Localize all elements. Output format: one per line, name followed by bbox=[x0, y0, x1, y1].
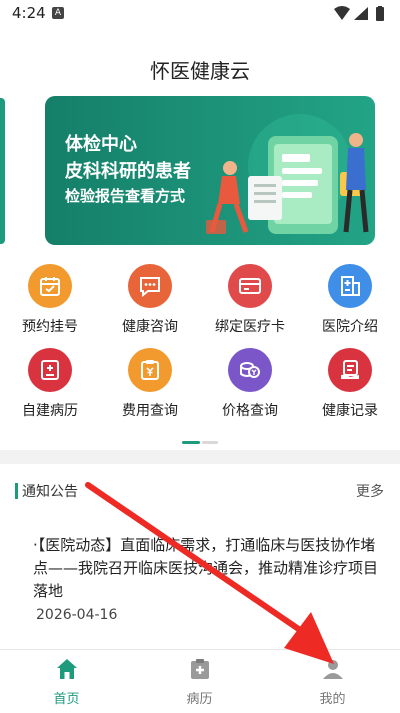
banner-line-2: 皮科科研的患者 bbox=[65, 161, 191, 182]
banner-illustration bbox=[206, 114, 369, 234]
menu-item-price-query[interactable]: 价格查询 bbox=[200, 348, 300, 420]
status-bar: 4:24 A bbox=[0, 0, 400, 28]
banner-line-1: 体检中心 bbox=[65, 134, 137, 155]
notification-icon: A bbox=[52, 7, 64, 19]
menu-item-health-consult[interactable]: 健康咨询 bbox=[100, 264, 200, 336]
wifi-icon bbox=[334, 6, 350, 20]
calendar-icon bbox=[28, 264, 72, 308]
menu-item-bind-card[interactable]: 绑定医疗卡 bbox=[200, 264, 300, 336]
status-icons bbox=[334, 6, 384, 21]
tab-home[interactable]: 首页 bbox=[0, 658, 133, 707]
menu-label: 自建病历 bbox=[22, 403, 78, 419]
carousel-indicator bbox=[182, 441, 218, 444]
menu-item-fee-query[interactable]: 费用查询 bbox=[100, 348, 200, 420]
indicator-active bbox=[182, 441, 200, 444]
banner-line-3: 检验报告查看方式 bbox=[65, 187, 186, 205]
menu-label: 健康咨询 bbox=[122, 319, 178, 335]
tab-label: 我的 bbox=[319, 692, 346, 707]
notice-title-accent bbox=[15, 483, 18, 499]
menu-item-self-record[interactable]: 自建病历 bbox=[0, 348, 100, 420]
menu-label: 费用查询 bbox=[122, 403, 178, 419]
hospital-icon bbox=[328, 264, 372, 308]
carousel-prev-slide-edge bbox=[0, 98, 5, 244]
notice-item-text[interactable]: ·【医院动态】直面临床需求，打通临床与医技协作堵点——我院召开临床医技沟通会，推… bbox=[33, 534, 385, 603]
menu-item-appointment[interactable]: 预约挂号 bbox=[0, 264, 100, 336]
tab-medical-record[interactable]: 病历 bbox=[133, 658, 266, 707]
signal-icon bbox=[354, 7, 368, 20]
card-icon bbox=[228, 264, 272, 308]
fee-icon bbox=[128, 348, 172, 392]
notice-more-link[interactable]: 更多 bbox=[356, 481, 384, 501]
tab-label: 病历 bbox=[186, 692, 213, 707]
menu-label: 价格查询 bbox=[222, 403, 278, 419]
tab-mine[interactable]: 我的 bbox=[266, 658, 399, 707]
notice-section: 通知公告 更多 ·【医院动态】直面临床需求，打通临床与医技协作堵点——我院召开临… bbox=[0, 464, 400, 649]
menu-label: 预约挂号 bbox=[22, 319, 78, 335]
indicator-inactive bbox=[202, 441, 218, 444]
menu-label: 医院介绍 bbox=[322, 319, 378, 335]
status-time: 4:24 bbox=[12, 4, 46, 22]
menu-label: 健康记录 bbox=[322, 403, 378, 419]
chat-icon bbox=[128, 264, 172, 308]
page-title: 怀医健康云 bbox=[150, 59, 250, 83]
tab-label: 首页 bbox=[53, 692, 80, 707]
menu-label: 绑定医疗卡 bbox=[215, 319, 285, 335]
home-icon bbox=[56, 659, 77, 679]
battery-icon bbox=[376, 7, 384, 21]
notice-title: 通知公告 bbox=[22, 484, 78, 500]
bottom-tab-bar: 首页 病历 我的 bbox=[0, 649, 400, 713]
notice-item-date: 2026-04-16 bbox=[36, 607, 118, 623]
health-record-icon bbox=[328, 348, 372, 392]
promo-banner[interactable]: 体检中心 皮科科研的患者 检验报告查看方式 bbox=[45, 96, 375, 245]
user-icon bbox=[322, 660, 343, 679]
menu-item-hospital-intro[interactable]: 医院介绍 bbox=[300, 264, 400, 336]
medical-record-icon bbox=[190, 659, 209, 679]
menu-item-health-record[interactable]: 健康记录 bbox=[300, 348, 400, 420]
coins-icon bbox=[228, 348, 272, 392]
record-icon bbox=[28, 348, 72, 392]
